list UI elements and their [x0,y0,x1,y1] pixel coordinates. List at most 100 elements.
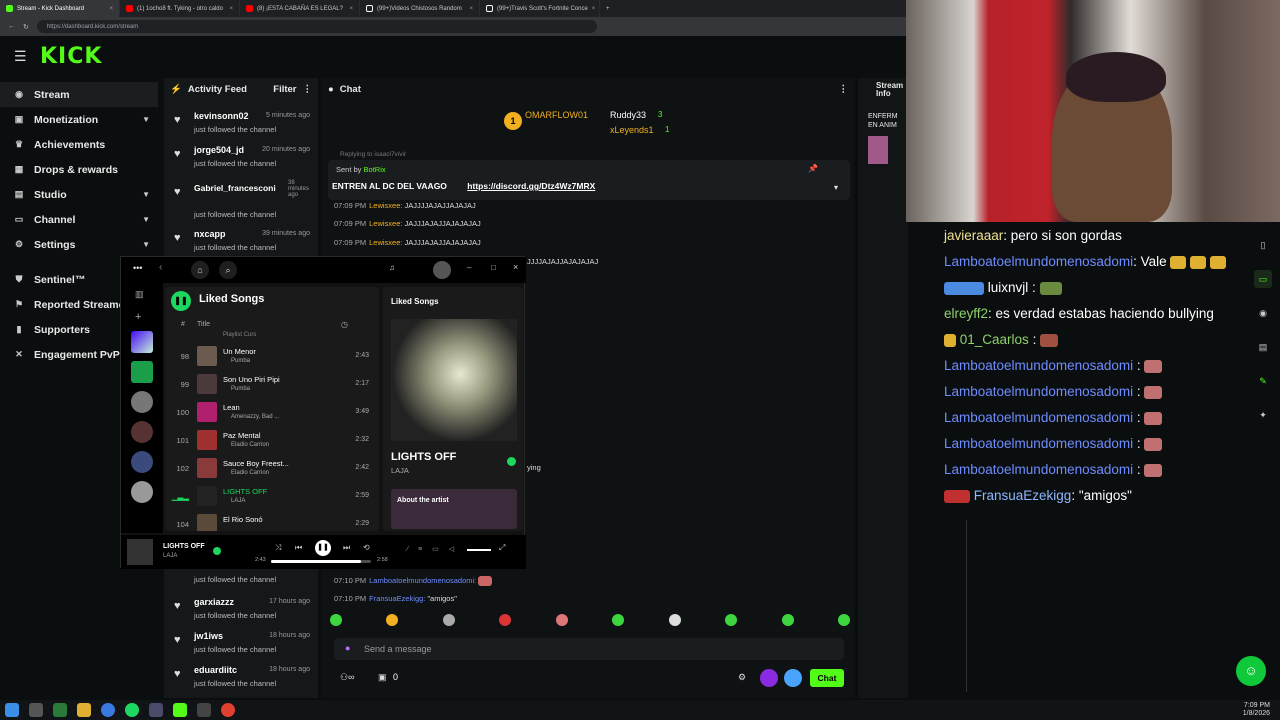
fullscreen-icon[interactable]: ⤢ [499,543,505,553]
sidebar-item-stream[interactable]: ◉ Stream [0,82,158,107]
gift-icon[interactable]: ▣ [378,672,387,683]
feed-item[interactable]: ♥ garxiazzz 17 hours ago just followed the … [164,594,318,628]
song-row[interactable]: 104 El Rio Sonó 2:29 [165,511,379,531]
emote-icon[interactable] [725,614,738,626]
pause-icon[interactable]: ❚❚ [171,291,191,311]
song-row[interactable]: 98 Un Menor Pumba 2:43 [165,343,379,371]
send-chat-button[interactable]: Chat [810,669,844,687]
feed-item[interactable]: ♥ nxcapp 39 minutes ago just followed the c… [164,226,318,260]
new-tab-button[interactable]: + [600,0,620,17]
title-column-header[interactable]: Title [197,321,210,328]
close-icon[interactable]: × [349,6,353,12]
previous-icon[interactable]: ⏮ [295,543,302,553]
artist-thumbnail[interactable] [131,391,153,413]
minimize-icon[interactable]: – [467,263,471,272]
library-icon[interactable]: ▥ [135,289,149,303]
pinned-link[interactable]: https://discord.gg/Dtz4Wz7MRX [467,181,595,191]
emote-icon[interactable] [781,614,794,626]
emote-icon[interactable] [442,614,455,626]
app-icon[interactable] [149,703,163,717]
pin-icon[interactable]: 📌 [808,164,818,173]
sidebar-item-drops[interactable]: ▦ Drops & rewards [0,157,158,182]
sidebar-item-monetization[interactable]: ▣ Monetization ▼ [0,107,158,132]
browser-tab[interactable]: (8) ¡ESTA CABAÑA ES LEGAL? × [240,0,360,17]
sidebar-item-studio[interactable]: ▤ Studio ▼ [0,182,158,207]
emote-icon[interactable] [386,614,399,626]
emote-icon[interactable] [499,614,512,626]
shuffle-icon[interactable]: ⤨ [275,543,281,553]
reload-icon[interactable]: ↻ [23,23,29,31]
kick-icon[interactable] [173,703,187,717]
browser-tab[interactable]: (1) 1ocho8 ft. Tyking - otro caldo × [120,0,240,17]
hamburger-menu-icon[interactable]: ☰ [14,48,27,65]
url-field[interactable]: https://dashboard.kick.com/stream [36,20,597,33]
system-clock[interactable]: 7:09 PM 1/8/2026 [1243,702,1270,718]
liked-songs-thumbnail[interactable] [131,331,153,353]
feed-item[interactable]: ♥ jw1iws 18 hours ago just followed the cha… [164,628,318,662]
back-icon[interactable]: ← [8,23,15,30]
7tv-icon[interactable] [760,669,778,687]
edge-icon[interactable] [101,703,115,717]
category-thumbnail[interactable] [868,136,888,164]
chat-icon[interactable]: ▭ [1254,270,1272,288]
start-icon[interactable] [5,703,19,717]
spotify-icon[interactable] [125,703,139,717]
emote-icon[interactable] [555,614,568,626]
search-icon[interactable]: ⌕ [219,261,237,279]
wrench-icon[interactable]: ✎ [1254,372,1272,390]
emote-picker-icon[interactable] [784,669,802,687]
song-row[interactable]: 100 Lean Amenazzy, Bad ... 3:49 [165,399,379,427]
song-row[interactable]: 102 Sauce Boy Freest... Eladio Carrion 2:42 [165,455,379,483]
close-icon[interactable]: × [513,262,518,272]
liked-check-icon[interactable] [507,457,516,466]
sidebar-item-settings[interactable]: ⚙ Settings ▼ [0,232,158,257]
top-gifter-name[interactable]: OMARFLOW01 [525,110,588,120]
chat-user[interactable]: Lewisxee: [369,238,402,247]
top-gifter-name[interactable]: xLeyends1 [610,125,654,135]
chat-user[interactable]: Lamboatoelmundomenosadomi: [369,576,476,585]
repeat-icon[interactable]: ⟲ [363,543,370,552]
volume-slider[interactable] [467,549,491,551]
app-icon[interactable] [53,703,67,717]
feed-item[interactable]: ♥ kevinsonn02 5 minutes ago just followed t… [164,108,318,142]
chat-input[interactable]: Send a message [334,638,844,660]
sidebar-item-achievements[interactable]: ♛ Achievements [0,132,158,157]
artist-thumbnail[interactable] [131,481,153,503]
maximize-icon[interactable]: □ [491,263,496,272]
chevron-down-icon[interactable]: ▾ [834,183,838,192]
artist-thumbnail[interactable] [131,421,153,443]
users-icon[interactable]: ⚇∞ [340,672,354,683]
pause-button[interactable]: ❚❚ [315,540,331,556]
pinned-user[interactable]: BotRix [364,165,386,174]
sound-icon[interactable]: ◉ [1254,304,1272,322]
feed-item[interactable]: ♥ Gabriel_francesconi 38 minutes ago just f… [164,180,318,219]
layout-icon[interactable]: ▤ [1254,338,1272,356]
chrome-icon[interactable] [221,703,235,717]
kebab-menu-icon[interactable]: ⋮ [303,84,313,95]
playlist-thumbnail[interactable] [131,361,153,383]
gear-icon[interactable]: ⚙ [738,672,746,683]
close-icon[interactable]: × [592,6,596,12]
document-icon[interactable]: ▯ [1254,236,1272,254]
back-icon[interactable]: ‹ [159,262,162,273]
home-icon[interactable]: ⌂ [191,261,209,279]
file-explorer-icon[interactable] [77,703,91,717]
top-gifter-name[interactable]: Ruddy33 [610,110,646,120]
mic-icon[interactable]: ● [345,643,350,653]
feed-item[interactable]: ♥ eduardiitc 18 hours ago just followed the… [164,662,318,696]
kebab-menu-icon[interactable]: ⋮ [839,84,849,95]
song-row[interactable]: 101 Paz Mental Eladio Carrion 2:32 [165,427,379,455]
filter-button[interactable]: Filter [273,84,296,95]
task-view-icon[interactable] [29,703,43,717]
chat-user[interactable]: FransuaEzekigg: [369,594,425,603]
add-icon[interactable]: + [135,311,149,325]
avatar[interactable] [433,261,451,279]
close-icon[interactable]: × [469,6,473,12]
browser-tab[interactable]: (99+)Videos Chistosos Random × [360,0,480,17]
sidebar-item-channel[interactable]: ▭ Channel ▼ [0,207,158,232]
menu-dots-icon[interactable]: ••• [133,263,142,273]
bell-icon[interactable]: ♫ [389,263,395,272]
browser-tab[interactable]: Stream - Kick Dashboard × [0,0,120,17]
player-extra-controls[interactable]: ⁄ ≡ ▭ ◁ [407,545,458,553]
settings-icon[interactable]: ✦ [1254,406,1272,424]
